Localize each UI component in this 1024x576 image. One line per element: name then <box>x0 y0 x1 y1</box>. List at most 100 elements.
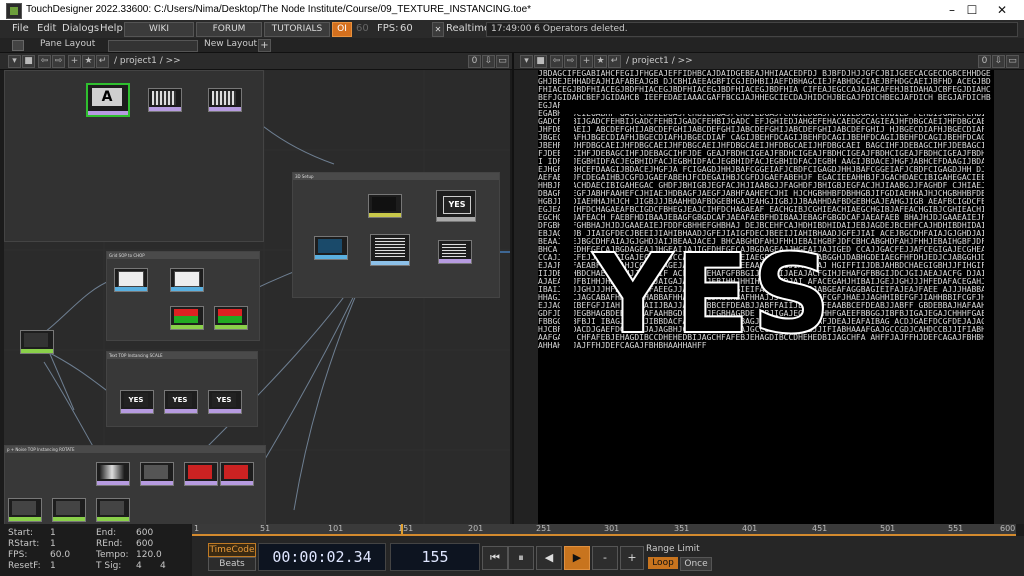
text-yes-node-3[interactable]: YES <box>208 390 242 414</box>
render-yes-node[interactable]: YES <box>436 190 476 222</box>
step-back-button[interactable]: - <box>592 546 618 570</box>
layout-toggle-icon[interactable] <box>12 40 24 51</box>
camera-node[interactable] <box>368 194 402 218</box>
wiki-button[interactable]: WIKI <box>124 22 194 37</box>
play-backward-button[interactable]: ◀ <box>536 546 562 570</box>
pane-menu-icon[interactable]: ▾ <box>8 55 21 68</box>
math-chop-node[interactable] <box>20 330 54 354</box>
step-forward-button[interactable]: + <box>620 546 644 570</box>
pane-layout-presets[interactable] <box>108 40 198 52</box>
pane-expand-icon[interactable]: ▭ <box>496 55 509 68</box>
geo-node[interactable] <box>370 234 410 266</box>
tempo-label: Tempo: <box>96 550 129 560</box>
viewer-square-icon[interactable]: ■ <box>534 55 547 68</box>
network-editor[interactable]: 3D Setup Grid SOP to CHOP Text TOP Insta… <box>4 70 510 524</box>
light-node[interactable] <box>314 236 348 260</box>
fps-value: 60 <box>400 23 413 34</box>
chop-node-4[interactable] <box>52 498 86 522</box>
fps-dim: 60 <box>356 23 369 34</box>
grid-sop-node[interactable] <box>114 268 148 292</box>
menu-file[interactable]: File <box>12 23 29 34</box>
box-text-label: Text TOP Instancing SCALE <box>107 352 257 359</box>
rend-value[interactable]: 600 <box>136 539 153 549</box>
chop-node-2[interactable] <box>214 306 248 330</box>
oi-button[interactable]: OI <box>332 22 352 37</box>
layout-bar: Pane Layout New Layout + <box>0 38 1024 53</box>
tick-1: 1 <box>194 524 200 533</box>
box-grid-label: Grid SOP to CHOP <box>107 252 259 259</box>
stats-panel: Start: 1 RStart: 1 FPS: 60.0 ResetF: 1 E… <box>0 524 190 576</box>
noise-top-node-3[interactable] <box>184 462 218 486</box>
op-node-2[interactable] <box>208 88 242 112</box>
output-node[interactable] <box>438 240 472 264</box>
network-pane-header: ▾ ■ ⇦ ⇨ + ★ ↵ / project1 / >> 0 ⇩ ▭ <box>0 53 512 70</box>
chop-node-5[interactable] <box>96 498 130 522</box>
pane-square-icon[interactable]: ■ <box>22 55 35 68</box>
add-icon[interactable]: + <box>68 55 81 68</box>
network-path[interactable]: / project1 / >> <box>114 56 181 66</box>
loop-button[interactable]: Loop <box>648 557 678 569</box>
tick-501: 501 <box>880 524 896 533</box>
texture-viewer[interactable]: JBDAGCIFEGABIAHCFEGIJFHGEAJEFFIDHBCAJDAI… <box>538 70 994 524</box>
text-yes-node-2[interactable]: YES <box>164 390 198 414</box>
close-button[interactable]: ✕ <box>984 0 1020 20</box>
timecode-mode-button[interactable]: TimeCode <box>208 543 256 557</box>
beats-mode-button[interactable]: Beats <box>208 557 256 571</box>
menu-edit[interactable]: Edit <box>37 23 56 34</box>
sop-to-chop-node[interactable] <box>170 268 204 292</box>
tempo-value[interactable]: 120.0 <box>136 550 162 560</box>
viewer-path[interactable]: / project1 / >> <box>626 56 693 66</box>
download-icon[interactable]: ⇩ <box>482 55 495 68</box>
viewer-bookmark-icon[interactable]: ★ <box>594 55 607 68</box>
noise-top-node-4[interactable] <box>220 462 254 486</box>
add-layout-button[interactable]: + <box>258 39 271 52</box>
range-limit-label: Range Limit <box>646 544 700 554</box>
network-box-text[interactable]: Text TOP Instancing SCALE <box>106 351 258 427</box>
pause-button[interactable]: ⏸ <box>508 546 534 570</box>
tsig-value-a[interactable]: 4 <box>136 561 142 571</box>
resetf-value[interactable]: 1 <box>50 561 56 571</box>
timeline-ruler[interactable]: 1 51 101 151 201 251 301 351 401 451 501… <box>192 524 1016 536</box>
viewer-add-icon[interactable]: + <box>580 55 593 68</box>
viewer-expand-icon[interactable]: ▭ <box>1006 55 1019 68</box>
tsig-value-b[interactable]: 4 <box>160 561 166 571</box>
text-yes-node-1[interactable]: YES <box>120 390 154 414</box>
tick-201: 201 <box>468 524 484 533</box>
viewer-download-icon[interactable]: ⇩ <box>992 55 1005 68</box>
timecode-display[interactable]: 00:00:02.34 <box>258 543 386 571</box>
text-top-node-a[interactable]: A <box>86 83 130 117</box>
rend-label: REnd: <box>96 539 123 549</box>
realtime-checkbox[interactable]: ✕ <box>432 22 444 37</box>
viewer-forward-arrow-icon[interactable]: ⇨ <box>564 55 577 68</box>
chop-node-1[interactable] <box>170 306 204 330</box>
play-forward-button[interactable]: ▶ <box>564 546 590 570</box>
forum-button[interactable]: FORUM <box>196 22 262 37</box>
noise-top-node-1[interactable] <box>96 462 130 486</box>
menu-help[interactable]: Help <box>100 23 123 34</box>
op-node-1[interactable] <box>148 88 182 112</box>
tick-401: 401 <box>742 524 758 533</box>
start-value[interactable]: 1 <box>50 528 56 538</box>
render-yes-preview: YES <box>443 196 471 214</box>
viewer-menu-icon[interactable]: ▾ <box>520 55 533 68</box>
noise-top-node-2[interactable] <box>140 462 174 486</box>
tutorials-button[interactable]: TUTORIALS <box>264 22 330 37</box>
menu-dialogs[interactable]: Dialogs <box>62 23 99 34</box>
viewer-path-icon[interactable]: ↵ <box>608 55 621 68</box>
rstart-value[interactable]: 1 <box>50 539 56 549</box>
fps-stat-value[interactable]: 60.0 <box>50 550 70 560</box>
text-yes-1-preview: YES <box>124 393 148 407</box>
back-arrow-icon[interactable]: ⇦ <box>38 55 51 68</box>
viewer-pane-header: ▾ ■ ⇦ ⇨ + ★ ↵ / project1 / >> 0 ⇩ ▭ <box>514 53 1024 70</box>
chop-node-3[interactable] <box>8 498 42 522</box>
fps-label: FPS: <box>377 23 399 34</box>
forward-arrow-icon[interactable]: ⇨ <box>52 55 65 68</box>
once-button[interactable]: Once <box>680 557 712 571</box>
first-frame-button[interactable]: ⏮ <box>482 546 508 570</box>
end-value[interactable]: 600 <box>136 528 153 538</box>
path-icon[interactable]: ↵ <box>96 55 109 68</box>
bookmark-icon[interactable]: ★ <box>82 55 95 68</box>
frame-display[interactable]: 155 <box>390 543 480 571</box>
box-noise-label: p + Noise TOP Instancing ROTATE <box>5 446 265 453</box>
viewer-back-arrow-icon[interactable]: ⇦ <box>550 55 563 68</box>
